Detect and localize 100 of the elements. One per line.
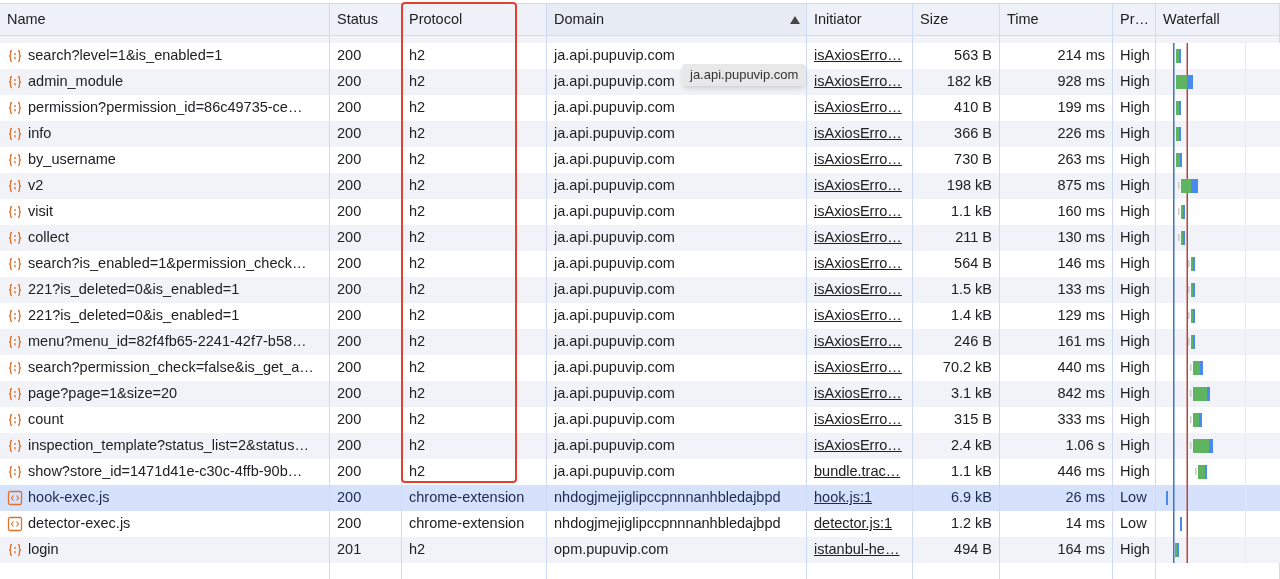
protocol-text: h2 (409, 98, 426, 118)
protocol-text: h2 (409, 436, 426, 456)
request-name: v2 (28, 176, 44, 196)
initiator-link[interactable]: isAxiosErro… (814, 383, 902, 405)
request-row[interactable]: login 201 h2 opm.pupuvip.com istanbul-he… 494 B 164 ms High (0, 537, 1280, 563)
initiator-link[interactable]: isAxiosErro… (814, 409, 902, 431)
initiator-link[interactable]: bundle.trac… (814, 461, 901, 483)
status-code: 200 (337, 306, 362, 326)
status-code: 200 (337, 176, 362, 196)
time-text: 214 ms (1057, 46, 1105, 66)
initiator-link[interactable]: isAxiosErro… (814, 435, 902, 457)
timing-bar (1178, 179, 1198, 193)
domain-text: ja.api.pupuvip.com (554, 98, 675, 118)
domain-text: ja.api.pupuvip.com (554, 176, 675, 196)
request-name: inspection_template?status_list=2&status… (28, 436, 309, 456)
request-row[interactable]: menu?menu_id=82f4fb65-2241-42f7-b58… 200 h2 ja.api.pupuvip.com isAxiosErro… 246 B 161 ms High (0, 329, 1280, 355)
size-text: 1.4 kB (950, 306, 992, 326)
initiator-link[interactable]: isAxiosErro… (814, 279, 902, 301)
request-row[interactable]: info 200 h2 ja.api.pupuvip.com isAxiosErro… 366 B 226 ms High (0, 121, 1280, 147)
column-header[interactable]: Pr… (1113, 4, 1156, 35)
initiator-link[interactable]: isAxiosErro… (814, 201, 902, 223)
request-row[interactable]: page?page=1&size=20 200 h2 ja.api.pupuvip.com isAxiosErro… 3.1 kB 842 ms High (0, 381, 1280, 407)
braces-icon (7, 282, 23, 298)
size-text: 70.2 kB (942, 358, 992, 378)
protocol-text: h2 (409, 46, 426, 66)
size-text: 494 B (954, 540, 992, 560)
priority-text: High (1120, 176, 1150, 196)
status-code: 200 (337, 46, 362, 66)
protocol-text: h2 (409, 228, 426, 248)
initiator-link[interactable]: isAxiosErro… (814, 175, 902, 197)
size-text: 2.4 kB (950, 436, 992, 456)
request-name: search?is_enabled=1&permission_check… (28, 254, 307, 274)
request-row[interactable]: v2 200 h2 ja.api.pupuvip.com isAxiosErro… 198 kB 875 ms High (0, 173, 1280, 199)
status-code: 200 (337, 124, 362, 144)
braces-icon (7, 438, 23, 454)
initiator-link[interactable]: hook.js:1 (814, 487, 873, 509)
status-code: 200 (337, 254, 362, 274)
initiator-link[interactable]: isAxiosErro… (814, 331, 902, 353)
column-header[interactable]: Initiator (807, 4, 913, 35)
braces-icon (7, 334, 23, 350)
timing-bar (1176, 127, 1181, 141)
timing-bar (1176, 153, 1182, 167)
size-text: 211 B (955, 228, 992, 248)
column-header[interactable]: Name (0, 4, 330, 35)
column-header[interactable]: Domain (547, 4, 807, 35)
request-row[interactable]: hook-exec.js 200 chrome-extension nhdogjmejiglipccpnnnanhbledajbpd hook.js:1 6.9 kB 26 ms Low (0, 485, 1280, 511)
timing-bar (1178, 205, 1185, 219)
initiator-link[interactable]: istanbul-he… (814, 539, 900, 561)
request-name: visit (28, 202, 53, 222)
initiator-link[interactable]: isAxiosErro… (814, 305, 902, 327)
initiator-link[interactable]: isAxiosErro… (814, 71, 902, 93)
priority-text: High (1120, 384, 1150, 404)
timing-bar (1195, 465, 1207, 479)
time-text: 928 ms (1057, 72, 1105, 92)
initiator-link[interactable]: isAxiosErro… (814, 45, 902, 67)
column-header[interactable]: Size (913, 4, 1000, 35)
protocol-text: h2 (409, 540, 426, 560)
initiator-link[interactable]: isAxiosErro… (814, 357, 902, 379)
protocol-text: h2 (409, 306, 426, 326)
priority-text: High (1120, 150, 1150, 170)
status-code: 200 (337, 384, 362, 404)
size-text: 1.2 kB (950, 514, 992, 534)
time-text: 199 ms (1057, 98, 1105, 118)
request-name: info (28, 124, 52, 144)
initiator-link[interactable]: isAxiosErro… (814, 149, 902, 171)
domain-text: nhdogjmejiglipccpnnnanhbledajbpd (554, 488, 781, 508)
priority-text: High (1120, 540, 1150, 560)
time-text: 440 ms (1057, 358, 1105, 378)
request-name: detector-exec.js (28, 514, 131, 534)
protocol-text: h2 (409, 72, 426, 92)
priority-text: High (1120, 332, 1150, 352)
initiator-link[interactable]: isAxiosErro… (814, 253, 902, 275)
initiator-link[interactable]: isAxiosErro… (814, 227, 902, 249)
domain-text: ja.api.pupuvip.com (554, 436, 675, 456)
braces-icon (7, 48, 23, 64)
braces-icon (7, 126, 23, 142)
protocol-text: chrome-extension (409, 514, 525, 534)
size-text: 730 B (954, 150, 992, 170)
initiator-link[interactable]: isAxiosErro… (814, 97, 902, 119)
initiator-link[interactable]: isAxiosErro… (814, 123, 902, 145)
sort-ascending-icon (790, 16, 800, 24)
time-text: 842 ms (1057, 384, 1105, 404)
column-header[interactable]: Waterfall (1156, 4, 1280, 35)
time-text: 161 ms (1057, 332, 1105, 352)
request-row[interactable]: 221?is_deleted=0&is_enabled=1 200 h2 ja.api.pupuvip.com isAxiosErro… 1.5 kB 133 ms High (0, 277, 1280, 303)
protocol-text: h2 (409, 176, 426, 196)
timing-bar (1188, 257, 1195, 271)
column-header[interactable]: Time (1000, 4, 1113, 35)
protocol-text: h2 (409, 124, 426, 144)
domain-text: ja.api.pupuvip.com (554, 462, 675, 482)
request-row[interactable]: inspection_template?status_list=2&status… 200 h2 ja.api.pupuvip.com isAxiosErro… 2.4 kB 1.06 s High (0, 433, 1280, 459)
braces-icon (7, 100, 23, 116)
time-text: 133 ms (1057, 280, 1105, 300)
domain-text: ja.api.pupuvip.com (554, 228, 675, 248)
initiator-link[interactable]: detector.js:1 (814, 513, 893, 535)
column-header[interactable]: Status (330, 4, 402, 35)
time-text: 160 ms (1057, 202, 1105, 222)
request-name: 221?is_deleted=0&is_enabled=1 (28, 306, 240, 326)
request-row[interactable]: collect 200 h2 ja.api.pupuvip.com isAxiosErro… 211 B 130 ms High (0, 225, 1280, 251)
request-name: menu?menu_id=82f4fb65-2241-42f7-b58… (28, 332, 307, 352)
